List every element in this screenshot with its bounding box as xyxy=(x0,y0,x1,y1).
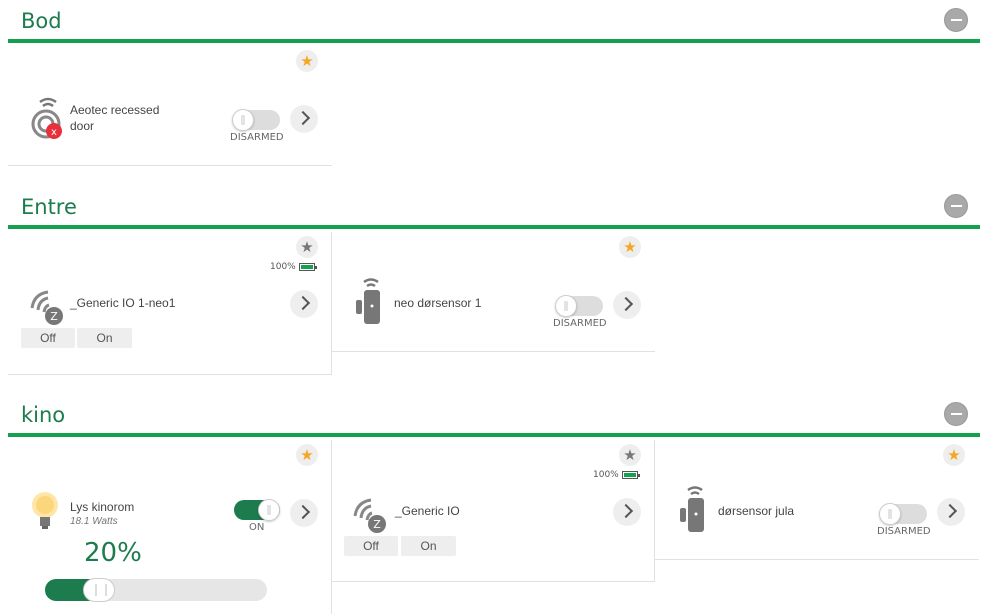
device-details-chevron-icon[interactable] xyxy=(613,498,641,526)
light-bulb-icon xyxy=(30,490,70,534)
device-details-chevron-icon[interactable] xyxy=(290,290,318,318)
svg-text:Z: Z xyxy=(50,310,58,323)
zwave-device-icon: Z xyxy=(28,286,68,330)
device-name: Aeotec recessed door xyxy=(70,103,160,133)
device-details-chevron-icon[interactable] xyxy=(937,498,965,526)
zwave-device-icon: Z xyxy=(351,494,391,538)
battery-icon xyxy=(621,471,640,479)
svg-text:x: x xyxy=(51,127,57,138)
device-details-chevron-icon[interactable] xyxy=(290,105,318,133)
door-sensor-icon xyxy=(675,486,715,532)
favorite-star-icon[interactable]: ★ xyxy=(619,444,641,466)
collapse-section-kino-button[interactable] xyxy=(944,402,968,426)
section-title-kino: kino xyxy=(21,403,66,427)
off-button[interactable]: Off xyxy=(21,328,75,348)
device-card-generic-io-neo1: ★ 100% Z _Generic IO 1-neo1 Off On xyxy=(8,232,332,375)
favorite-star-icon[interactable]: ★ xyxy=(619,236,641,258)
toggle-status-label: DISARMED xyxy=(230,132,284,143)
arm-toggle[interactable] xyxy=(879,503,927,525)
dimmer-slider[interactable] xyxy=(45,578,267,602)
device-name: dørsensor jula xyxy=(718,504,795,518)
battery-indicator: 100% xyxy=(270,262,317,272)
toggle-status-label: DISARMED xyxy=(553,318,607,329)
device-card-neo-dorsensor: ★ neo dørsensor 1 DISARMED xyxy=(331,232,655,352)
device-card-generic-io: ★ 100% Z _Generic IO Off On xyxy=(331,440,655,582)
favorite-star-icon[interactable]: ★ xyxy=(943,444,965,466)
battery-icon xyxy=(298,263,317,271)
device-card-lys-kinorom: ★ Lys kinorom 18.1 Watts ON 20% xyxy=(8,440,332,614)
off-button[interactable]: Off xyxy=(344,536,398,556)
svg-text:Z: Z xyxy=(373,518,381,531)
light-toggle[interactable] xyxy=(234,499,280,521)
battery-indicator: 100% xyxy=(593,470,640,480)
toggle-status-label: ON xyxy=(249,522,265,533)
device-details-chevron-icon[interactable] xyxy=(613,291,641,319)
arm-toggle[interactable] xyxy=(555,295,603,317)
dimmer-thumb[interactable] xyxy=(83,578,115,602)
collapse-section-entre-button[interactable] xyxy=(944,194,968,218)
device-name: neo dørsensor 1 xyxy=(394,296,482,310)
battery-level: 100% xyxy=(270,262,296,272)
section-divider xyxy=(8,225,980,229)
on-button[interactable]: On xyxy=(77,328,132,348)
device-details-chevron-icon[interactable] xyxy=(290,499,318,527)
favorite-star-icon[interactable]: ★ xyxy=(296,444,318,466)
dim-level-readout: 20% xyxy=(84,538,142,568)
device-name: _Generic IO xyxy=(395,504,460,518)
device-card-dorsensor-jula: ★ dørsensor jula DISARMED xyxy=(655,440,979,560)
on-button[interactable]: On xyxy=(401,536,456,556)
arm-toggle[interactable] xyxy=(232,109,280,131)
device-name: Lys kinorom xyxy=(70,500,135,514)
door-sensor-icon xyxy=(351,278,391,324)
favorite-star-icon[interactable]: ★ xyxy=(296,236,318,258)
favorite-star-icon[interactable]: ★ xyxy=(296,50,318,72)
section-title-entre: Entre xyxy=(21,195,77,219)
device-name: _Generic IO 1-neo1 xyxy=(70,296,176,310)
section-divider xyxy=(8,433,980,437)
power-reading: 18.1 Watts xyxy=(70,516,118,527)
device-card-aeotec: ★ x Aeotec recessed door DISARMED xyxy=(8,46,332,166)
battery-level: 100% xyxy=(593,470,619,480)
section-divider xyxy=(8,39,980,43)
section-title-bod: Bod xyxy=(21,9,62,33)
door-sensor-alarm-icon: x xyxy=(28,96,68,140)
collapse-section-bod-button[interactable] xyxy=(944,8,968,32)
toggle-status-label: DISARMED xyxy=(877,526,931,537)
